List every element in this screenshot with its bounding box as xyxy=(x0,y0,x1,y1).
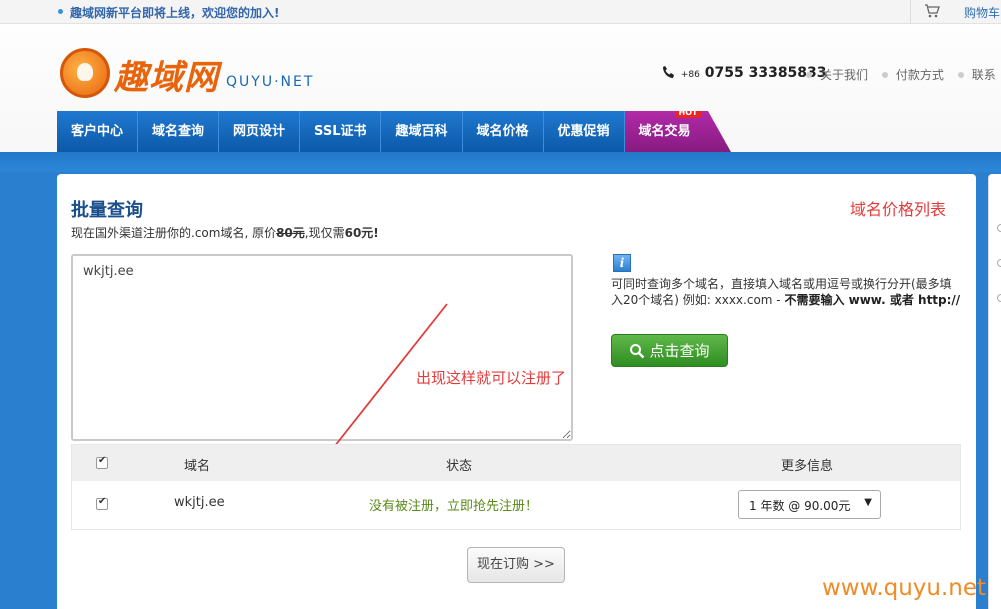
search-button[interactable]: 点击查询 xyxy=(611,334,728,367)
nav-item-client-center[interactable]: 客户中心 xyxy=(57,111,139,153)
nav-item-domain-trade[interactable]: 域名交易 HOT xyxy=(624,111,732,153)
row-checkbox[interactable] xyxy=(96,496,108,510)
side-circle-icon xyxy=(997,224,1001,232)
hot-badge: HOT xyxy=(674,111,702,118)
select-all-checkbox[interactable] xyxy=(96,455,108,469)
term-select-value: 1 年数 @ 90.00元 xyxy=(749,499,851,513)
row-domain: wkjtj.ee xyxy=(174,495,225,510)
header-link-payment[interactable]: 付款方式 xyxy=(881,68,944,82)
header-more-info: 更多信息 xyxy=(781,459,834,474)
header-links: 关于我们 付款方式 联系 xyxy=(806,66,1001,83)
logo-subtitle: QUYU·NET xyxy=(226,74,315,90)
nav-item-domain-search[interactable]: 域名查询 xyxy=(138,111,220,153)
cart-icon[interactable] xyxy=(924,4,940,18)
nav-item-domain-trade-label: 域名交易 xyxy=(638,124,691,139)
new-price: 60元! xyxy=(344,226,379,240)
top-bar: 趣域网新平台即将上线，欢迎您的加入! 购物车 xyxy=(0,0,1001,24)
divider xyxy=(910,0,911,24)
table-row: wkjtj.ee 没有被注册，立即抢先注册！ 1 年数 @ 90.00元 ▼ xyxy=(72,481,960,529)
header-status: 状态 xyxy=(446,459,473,474)
header-domain: 域名 xyxy=(184,459,211,474)
nav-strip xyxy=(0,152,1001,172)
phone-icon xyxy=(663,66,674,78)
header-area: 趣域网新平台即将上线，欢迎您的加入! 购物车 趣域网 QUYU·NET +86 … xyxy=(0,0,1001,160)
old-price: 80元 xyxy=(276,226,305,240)
chevron-down-icon: ▼ xyxy=(864,497,872,508)
logo-mark-icon xyxy=(60,48,110,98)
search-button-label: 点击查询 xyxy=(649,342,710,360)
bullet-icon xyxy=(957,72,964,78)
nav-item-domain-price[interactable]: 域名价格 xyxy=(462,111,544,153)
term-select[interactable]: 1 年数 @ 90.00元 ▼ xyxy=(738,490,881,519)
bullet-icon xyxy=(881,72,888,78)
domain-query-textarea[interactable] xyxy=(71,254,573,441)
logo-text: 趣域网 xyxy=(114,58,219,98)
site-notice: 趣域网新平台即将上线，欢迎您的加入! xyxy=(70,6,280,20)
bullet-icon xyxy=(806,72,812,78)
annotation-text: 出现这样就可以注册了 xyxy=(416,369,567,387)
price-list-link[interactable]: 域名价格列表 xyxy=(850,196,946,220)
search-icon xyxy=(630,343,645,358)
results-table: 域名 状态 更多信息 wkjtj.ee 没有被注册，立即抢先注册！ 1 年数 @… xyxy=(71,444,961,530)
side-panel xyxy=(988,174,1001,609)
info-text: 可同时查询多个域名，直接填入域名或用逗号或换行分开(最多填入20个域名) 例如:… xyxy=(611,277,961,307)
nav-item-promotions[interactable]: 优惠促销 xyxy=(543,111,625,153)
nav-item-ssl[interactable]: SSL证书 xyxy=(300,111,382,153)
nav-item-wiki[interactable]: 趣域百科 xyxy=(381,111,463,153)
watermark: www.quyu.net xyxy=(822,575,987,601)
main-panel: 批量查询 域名价格列表 现在国外渠道注册你的.com域名, 原价80元,现仅需6… xyxy=(57,174,976,609)
page-title: 批量查询 xyxy=(71,200,143,221)
side-circle-icon xyxy=(997,259,1001,267)
site-logo[interactable]: 趣域网 QUYU·NET xyxy=(60,48,320,98)
info-bold: 不需要输入 www. 或者 http:// xyxy=(784,293,961,307)
order-now-button[interactable]: 现在订购 >> xyxy=(467,547,565,583)
header-link-contact[interactable]: 联系 xyxy=(957,68,996,82)
side-circle-icon xyxy=(997,294,1001,302)
header-link-about[interactable]: 关于我们 xyxy=(806,68,868,82)
phone-number: +86 0755 33385833 xyxy=(662,65,827,81)
info-icon: i xyxy=(613,254,631,272)
cart-link[interactable]: 购物车 xyxy=(964,4,1000,21)
promo-text: 现在国外渠道注册你的.com域名, 原价80元,现仅需60元! xyxy=(71,226,379,240)
row-status: 没有被注册，立即抢先注册！ xyxy=(369,499,539,514)
results-header-row: 域名 状态 更多信息 xyxy=(72,445,960,481)
main-nav: 客户中心 域名查询 网页设计 SSL证书 趣域百科 域名价格 优惠促销 域名交易… xyxy=(57,111,777,153)
phone-prefix: +86 xyxy=(680,70,700,80)
bullet-icon xyxy=(58,9,63,14)
nav-item-web-design[interactable]: 网页设计 xyxy=(219,111,301,153)
